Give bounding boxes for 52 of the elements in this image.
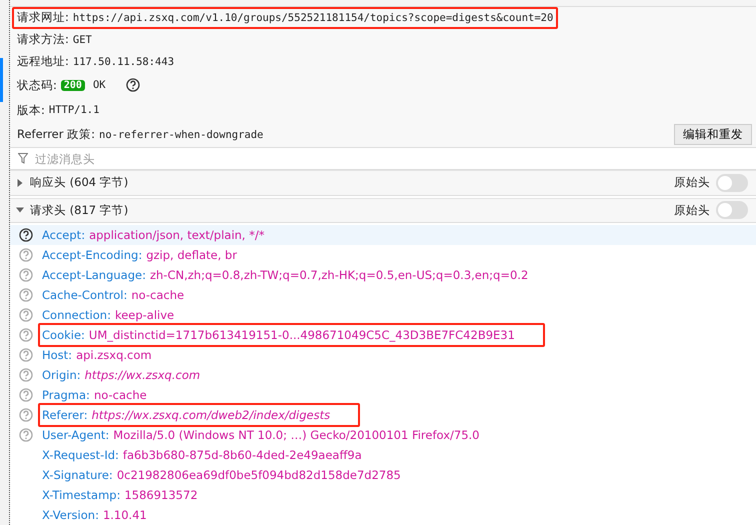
header-value: no-cache (94, 388, 147, 402)
header-value: api.zsxq.com (76, 348, 152, 362)
header-name: Host: (42, 348, 72, 362)
filter-field[interactable]: 过滤消息头 (33, 150, 756, 167)
edit-resend-button[interactable]: 编辑和重发 (674, 124, 752, 146)
status-code-badge: 200 (60, 80, 85, 91)
status-text: OK (92, 79, 106, 92)
header-value: no-cache (131, 288, 184, 302)
header-name: Cache-Control: (42, 288, 128, 302)
header-name: Connection: (42, 308, 111, 322)
header-value: zh-CN,zh;q=0.8,zh-TW;q=0.7,zh-HK;q=0.5,en-US;q=0.3,en;q=0.2 (150, 268, 528, 282)
header-name: X-Timestamp: (42, 488, 120, 502)
field-value: 117.50.11.58:443 (72, 56, 174, 68)
field-label: 远程地址: (17, 54, 69, 70)
field-label: 请求网址: (17, 10, 69, 26)
header-name: Accept-Encoding: (42, 248, 142, 262)
field-value: https://api.zsxq.com/v1.10/groups/552521181154/topics?scope=digests&count=20 (72, 12, 554, 24)
header-value: Mozilla/5.0 (Windows NT 10.0; …) Gecko/20100101 Firefox/75.0 (113, 428, 480, 442)
header-value: keep-alive (114, 308, 174, 322)
header-value: fa6b3b680-875d-8b60-4ded-2e49aeaff9a (122, 448, 362, 462)
help-icon[interactable] (126, 78, 140, 92)
header-name: Accept-Language: (42, 268, 146, 282)
toggle-switch[interactable] (716, 201, 748, 220)
header-value: UM_distinctid=1717b613419151-0...498671049C5C_43D3BE7FC42B9E31 (88, 328, 515, 342)
header-value: 1586913572 (124, 488, 198, 502)
header-value: 1.10.41 (102, 508, 147, 522)
field-label: 状态码: (17, 78, 57, 93)
filter-icon (18, 153, 28, 164)
header-value: 0c21982806ea69df0be5f094bd82d158de7d2785 (116, 468, 401, 482)
field-label: 请求方法: (17, 32, 69, 48)
header-value: https://wx.zsxq.com/dweb2/index/digests (92, 408, 330, 422)
help-icon[interactable] (19, 228, 33, 242)
header-name: Cookie: (42, 328, 85, 342)
header-name: X-Version: (42, 508, 99, 522)
header-name: X-Request-Id: (42, 448, 119, 462)
header-name: Accept: (42, 228, 86, 242)
header-name: X-Signature: (42, 468, 113, 482)
header-name: Origin: (42, 368, 81, 382)
toggle-label: 原始头 (674, 202, 710, 218)
header-value: gzip, deflate, br (146, 248, 237, 262)
header-value: application/json, text/plain, */* (89, 228, 264, 242)
header-name: User-Agent: (42, 428, 110, 442)
field-value: HTTP/1.1 (48, 104, 100, 116)
header-value: https://wx.zsxq.com (84, 368, 200, 382)
field-label: Referrer 政策: (17, 127, 96, 142)
toggle-switch[interactable] (716, 174, 748, 192)
header-name: Pragma: (42, 388, 90, 402)
field-value: GET (72, 34, 92, 46)
field-label: 版本: (17, 102, 45, 118)
field-value: no-referrer-when-downgrade (99, 128, 264, 141)
toggle-label: 原始头 (674, 175, 710, 190)
header-name: Referer: (42, 408, 88, 422)
